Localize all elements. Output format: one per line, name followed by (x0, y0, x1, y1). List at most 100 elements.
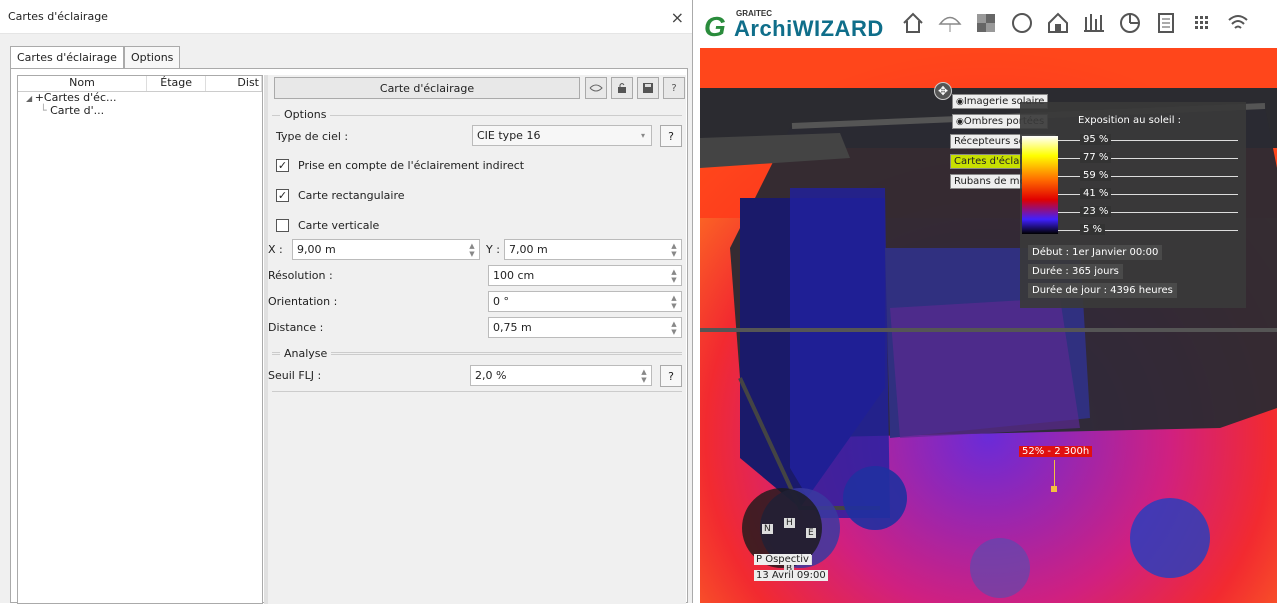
seuil-help-button[interactable]: ? (660, 365, 682, 387)
grid-icon[interactable] (1189, 11, 1215, 37)
tab-lighting-maps[interactable]: Cartes d'éclairage (10, 46, 124, 68)
seuil-stepper-icon[interactable]: ▲ ▼ (637, 366, 651, 385)
dialog-title-bar: Cartes d'éclairage (0, 0, 692, 34)
tab-body: Nom Étage Dist ◢ +Cartes d'éc... └ Carte… (10, 68, 688, 604)
visibility-icon[interactable] (585, 77, 607, 99)
analyse-divider (272, 354, 682, 355)
rectangular-label: Carte rectangulaire (298, 189, 405, 202)
probe-label: 52% - 2 300h (1019, 446, 1093, 457)
analyse-group-title: Analyse (280, 347, 332, 360)
resolution-stepper-icon[interactable]: ▲ ▼ (667, 266, 681, 285)
orientation-value: 0 ° (493, 295, 509, 308)
pie-chart-icon[interactable] (1117, 11, 1143, 37)
distance-input[interactable]: 0,75 m ▲ ▼ (488, 317, 682, 338)
resolution-label: Résolution : (268, 269, 333, 282)
column-dist[interactable]: Dist (206, 76, 262, 91)
seuil-input[interactable]: 2,0 % ▲ ▼ (470, 365, 652, 386)
tree-header: Nom Étage Dist (18, 76, 262, 92)
sky-type-select[interactable]: CIE type 16 ▾ (472, 125, 652, 146)
energy-icon[interactable] (1081, 11, 1107, 37)
column-name[interactable]: Nom (18, 76, 147, 91)
texture-icon[interactable] (973, 11, 999, 37)
info-start: Début : 1er Janvier 00:00 (1028, 245, 1163, 260)
3d-scene[interactable]: ✥ ◉ Imagerie solaire ◉ Ombres portées Ré… (700, 48, 1277, 603)
compass-top[interactable]: H (784, 518, 795, 528)
probe-line (1054, 460, 1055, 488)
properties-panel: Carte d'éclairage ? Options Type de ciel… (268, 75, 686, 604)
map-header-title: Carte d'éclairage (379, 81, 475, 95)
y-input[interactable]: 7,00 m ▲ ▼ (504, 239, 682, 260)
y-stepper-icon[interactable]: ▲ ▼ (667, 240, 681, 259)
vertical-checkbox[interactable] (276, 219, 289, 232)
orientation-input[interactable]: 0 ° ▲ ▼ (488, 291, 682, 312)
column-floor[interactable]: Étage (147, 76, 207, 91)
indirect-checkbox[interactable]: ✓ (276, 159, 289, 172)
tree-item-label: Carte d'... (50, 104, 105, 117)
tree-item-child[interactable]: └ Carte d'... (18, 105, 262, 117)
legend-value: 5 % (1080, 224, 1106, 235)
home-icon[interactable] (900, 11, 926, 37)
orientation-stepper-icon[interactable]: ▲ ▼ (667, 292, 681, 311)
resolution-value: 100 cm (493, 269, 535, 282)
x-input[interactable]: 9,00 m ▲ ▼ (292, 239, 480, 260)
tab-options[interactable]: Options (123, 46, 181, 68)
tree-connector-icon: └ (40, 104, 51, 117)
x-label: X : (268, 243, 283, 256)
seuil-label: Seuil FLJ : (268, 369, 322, 382)
dialog-title: Cartes d'éclairage (8, 10, 108, 23)
info-duration: Durée : 365 jours (1028, 264, 1123, 279)
view-mode-label[interactable]: P Ospectiv (754, 554, 811, 565)
legend-value: 59 % (1080, 170, 1112, 181)
lock-icon[interactable] (611, 77, 633, 99)
indirect-label: Prise en compte de l'éclairement indirec… (298, 159, 525, 172)
distance-label: Distance : (268, 321, 324, 334)
report-icon[interactable] (1153, 11, 1179, 37)
legend-value: 95 % (1080, 134, 1112, 145)
save-icon[interactable] (637, 77, 659, 99)
move-gizmo-icon[interactable]: ✥ (934, 82, 952, 100)
close-icon[interactable]: × (671, 8, 684, 27)
distance-stepper-icon[interactable]: ▲ ▼ (667, 318, 681, 337)
app-toolbar: G GRAITEC ArchiWIZARD (700, 0, 1277, 48)
rectangular-checkbox[interactable]: ✓ (276, 189, 289, 202)
vertical-label: Carte verticale (298, 219, 380, 232)
legend-value: 23 % (1080, 206, 1112, 217)
circle-icon[interactable] (1009, 11, 1035, 37)
brand-name: ArchiWIZARD (734, 16, 884, 41)
map-header: Carte d'éclairage (274, 77, 580, 99)
x-value: 9,00 m (297, 243, 336, 256)
probe-point-icon[interactable] (1051, 486, 1057, 492)
y-label: Y : (486, 243, 500, 256)
sky-type-value: CIE type 16 (477, 129, 541, 142)
legend-title: Exposition au soleil : (1078, 115, 1182, 126)
chevron-down-icon: ▾ (640, 131, 645, 140)
graitec-logo-icon: G (704, 11, 726, 42)
wifi-icon[interactable] (1225, 11, 1251, 37)
header-help-button[interactable]: ? (663, 77, 685, 99)
analyse-bottom-divider (272, 391, 682, 392)
umbrella-icon[interactable] (937, 11, 963, 37)
sky-type-label: Type de ciel : (276, 130, 349, 143)
compass-east[interactable]: E (806, 528, 816, 538)
expand-icon[interactable]: ◢ (26, 94, 35, 103)
options-group-title: Options (280, 108, 331, 121)
tab-bar: Cartes d'éclairage Options (10, 46, 181, 68)
legend-color-bar (1022, 136, 1058, 234)
radio-icon: ◉ (956, 116, 964, 127)
info-daylight: Durée de jour : 4396 heures (1028, 283, 1177, 298)
sky-help-button[interactable]: ? (660, 125, 682, 147)
y-value: 7,00 m (509, 243, 548, 256)
maps-tree[interactable]: Nom Étage Dist ◢ +Cartes d'éc... └ Carte… (17, 75, 263, 604)
x-stepper-icon[interactable]: ▲ ▼ (465, 240, 479, 259)
date-time-label[interactable]: 13 Avril 09:00 (754, 570, 828, 581)
compass-north[interactable]: N (762, 524, 773, 534)
distance-value: 0,75 m (493, 321, 532, 334)
options-divider (272, 115, 682, 116)
building-icon[interactable] (1045, 11, 1071, 37)
seuil-value: 2,0 % (475, 369, 507, 382)
legend-value: 41 % (1080, 188, 1112, 199)
resolution-input[interactable]: 100 cm ▲ ▼ (488, 265, 682, 286)
tree-item-label: +Cartes d'éc... (34, 91, 117, 104)
legend-value: 77 % (1080, 152, 1112, 163)
3d-viewport[interactable]: G GRAITEC ArchiWIZARD ✥ ◉ Imagerie solai… (700, 0, 1277, 603)
